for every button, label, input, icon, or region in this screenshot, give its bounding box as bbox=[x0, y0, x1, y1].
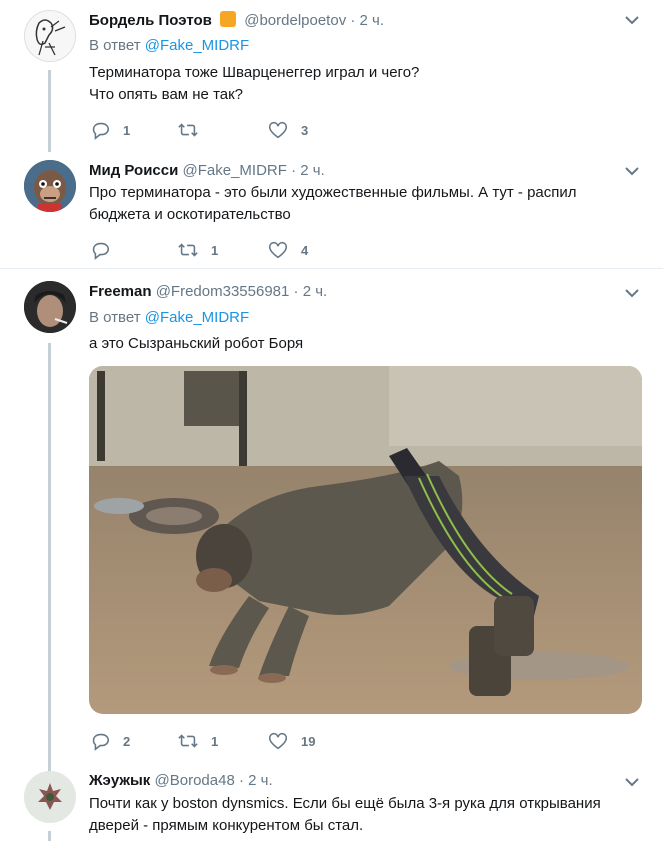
author-name[interactable]: Жэужык bbox=[89, 772, 150, 789]
emblem-avatar-image bbox=[24, 771, 76, 823]
man-avatar-image bbox=[24, 281, 76, 333]
separator-dot: · bbox=[291, 162, 297, 179]
reply-to-link[interactable]: @Fake_MIDRF bbox=[145, 37, 249, 54]
retweet-button[interactable] bbox=[177, 118, 211, 142]
like-button[interactable]: 4 bbox=[267, 238, 308, 262]
retweet-button[interactable]: 1 bbox=[177, 729, 218, 753]
crawling-man-photo bbox=[89, 366, 642, 714]
tweet-photo[interactable] bbox=[89, 366, 642, 714]
separator-dot: · bbox=[238, 772, 244, 789]
chevron-down-icon[interactable] bbox=[625, 289, 639, 298]
reply-icon bbox=[92, 242, 110, 260]
chevron-down-icon[interactable] bbox=[625, 778, 639, 787]
avatar-freeman[interactable] bbox=[24, 281, 76, 333]
like-button[interactable]: 3 bbox=[267, 118, 308, 142]
reply-prefix: В ответ bbox=[89, 37, 141, 54]
sketch-avatar-image bbox=[25, 11, 75, 61]
retweet-count: 1 bbox=[211, 733, 219, 749]
reply-count: 1 bbox=[123, 122, 131, 138]
thread-line bbox=[48, 343, 51, 773]
tweet-header: Мид Роисси @Fake_MIDRF · 2 ч. bbox=[89, 162, 325, 179]
separator-dot: · bbox=[350, 12, 356, 29]
avatar-fake-midrf[interactable] bbox=[24, 160, 76, 212]
timestamp[interactable]: 2 ч. bbox=[303, 283, 328, 300]
reply-button[interactable]: 2 bbox=[89, 729, 130, 753]
author-handle[interactable]: @Fredom33556981 bbox=[156, 283, 290, 300]
tweet-text-line: а это Сызраньский робот Боря bbox=[89, 335, 304, 352]
tweet-1[interactable]: Бордель Поэтов @bordelpoetov · 2 ч. В от… bbox=[0, 0, 663, 152]
tweet-text-line: бюджета и оскотирательство bbox=[89, 206, 291, 223]
retweet-icon bbox=[178, 734, 198, 748]
reply-context: В ответ @Fake_MIDRF bbox=[89, 309, 249, 326]
author-name[interactable]: Freeman bbox=[89, 283, 152, 300]
author-handle[interactable]: @Fake_MIDRF bbox=[183, 162, 287, 179]
chevron-down-icon[interactable] bbox=[625, 16, 639, 25]
tweet-4[interactable]: Жэужык @Boroda48 · 2 ч. Почти как у bost… bbox=[0, 767, 663, 841]
tweet-text-line: Что опять вам не так? bbox=[89, 86, 244, 103]
thread-line bbox=[48, 831, 51, 841]
retweet-icon bbox=[178, 123, 198, 137]
avatar-boroda48[interactable] bbox=[24, 771, 76, 823]
author-name[interactable]: Бордель Поэтов bbox=[89, 12, 212, 29]
like-button[interactable]: 19 bbox=[267, 729, 315, 753]
reply-button[interactable] bbox=[89, 238, 123, 262]
timestamp[interactable]: 2 ч. bbox=[248, 772, 273, 789]
reply-count: 2 bbox=[123, 733, 131, 749]
tweet-header: Freeman @Fredom33556981 · 2 ч. bbox=[89, 283, 327, 300]
timestamp[interactable]: 2 ч. bbox=[360, 12, 385, 29]
reply-prefix: В ответ bbox=[89, 309, 141, 326]
like-count: 3 bbox=[301, 122, 309, 138]
like-icon bbox=[268, 241, 288, 259]
separator-dot: · bbox=[293, 283, 299, 300]
like-icon bbox=[268, 732, 288, 750]
tweet-text-line: дверей - прямым конкурентом бы стал. bbox=[89, 817, 364, 834]
monkey-avatar-image bbox=[24, 160, 76, 212]
tweet-header: Бордель Поэтов @bordelpoetov · 2 ч. bbox=[89, 11, 384, 29]
retweet-count: 1 bbox=[211, 242, 219, 258]
author-handle[interactable]: @Boroda48 bbox=[155, 772, 235, 789]
retweet-icon bbox=[178, 243, 198, 257]
tweet-text: Почти как у boston dynsmics. Если бы ещё… bbox=[89, 793, 629, 837]
author-handle[interactable]: @bordelpoetov bbox=[244, 12, 346, 29]
tweet-text: Про терминатора - это были художественны… bbox=[89, 182, 629, 226]
like-count: 19 bbox=[301, 733, 316, 749]
chevron-down-icon[interactable] bbox=[625, 167, 639, 176]
tweet-text-line: Почти как у boston dynsmics. Если бы ещё… bbox=[89, 795, 601, 812]
avatar-bordelpoetov[interactable] bbox=[24, 10, 76, 62]
author-name[interactable]: Мид Роисси bbox=[89, 162, 178, 179]
tweet-text: Терминатора тоже Шварценеггер играл и че… bbox=[89, 62, 629, 106]
retweet-button[interactable]: 1 bbox=[177, 238, 218, 262]
thread-line bbox=[48, 70, 51, 152]
reply-button[interactable]: 1 bbox=[89, 118, 130, 142]
like-icon bbox=[268, 121, 288, 139]
reply-to-link[interactable]: @Fake_MIDRF bbox=[145, 309, 249, 326]
tweet-text-line: Терминатора тоже Шварценеггер играл и че… bbox=[89, 64, 420, 81]
tweet-header: Жэужык @Boroda48 · 2 ч. bbox=[89, 772, 273, 789]
reply-icon bbox=[92, 733, 110, 751]
like-count: 4 bbox=[301, 242, 309, 258]
tweet-text: а это Сызраньский робот Боря bbox=[89, 333, 629, 355]
tweet-text-line: Про терминатора - это были художественны… bbox=[89, 184, 577, 201]
reply-icon bbox=[92, 122, 110, 140]
verified-badge-icon bbox=[220, 11, 237, 27]
timestamp[interactable]: 2 ч. bbox=[300, 162, 325, 179]
tweet-2[interactable]: Мид Роисси @Fake_MIDRF · 2 ч. Про термин… bbox=[0, 150, 663, 268]
reply-context: В ответ @Fake_MIDRF bbox=[89, 37, 249, 54]
